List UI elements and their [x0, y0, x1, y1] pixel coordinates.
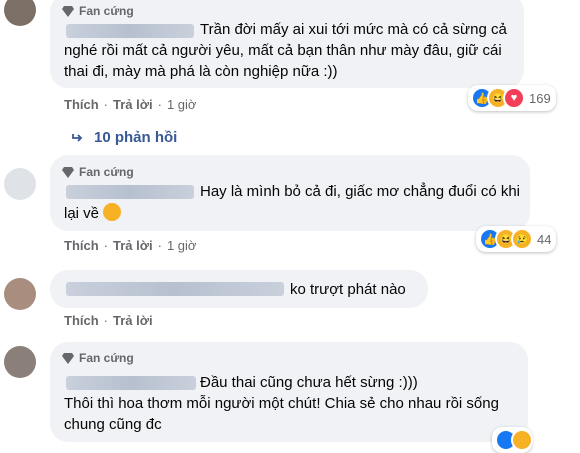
comment-text: chung cũng đc: [64, 416, 162, 433]
comment-time: 1 giờ: [166, 238, 197, 253]
reaction-summary[interactable]: [492, 427, 533, 453]
reaction-summary[interactable]: 👍 😆 😢 44: [476, 226, 557, 252]
comment-text-line: lại về: [64, 205, 100, 222]
fan-badge: Fan cứng: [62, 165, 134, 179]
sad-icon: 😢: [511, 228, 533, 250]
like-button[interactable]: Thích: [64, 238, 99, 253]
comment-text: Hay là mình bỏ cả đi, giấc mơ chẳng đuổi…: [200, 183, 521, 200]
comment-text: lại về: [64, 203, 122, 224]
reaction-count: 44: [537, 231, 552, 247]
avatar[interactable]: [4, 278, 36, 310]
diamond-icon: [62, 166, 74, 178]
haha-icon: [511, 429, 533, 451]
avatar[interactable]: [4, 0, 36, 26]
comment-text: Trần đời mấy ai xui tới mức mà có cả sừn…: [200, 21, 507, 38]
view-replies-button[interactable]: 10 phản hồi: [72, 129, 177, 146]
comment-time: 1 giờ: [166, 97, 197, 112]
like-button[interactable]: Thích: [64, 97, 99, 112]
reaction-summary[interactable]: 👍 😆 ♥ 169: [468, 85, 556, 111]
diamond-icon: [62, 352, 74, 364]
reply-button[interactable]: Trả lời: [113, 97, 153, 112]
diamond-icon: [62, 5, 74, 17]
comment-actions: Thích · Trả lời · 1 giờ: [64, 238, 197, 253]
commenter-name[interactable]: [66, 282, 284, 296]
comment-actions: Thích · Trả lời · 1 giờ: [64, 97, 197, 112]
avatar[interactable]: [4, 346, 36, 378]
commenter-name[interactable]: [66, 185, 194, 199]
fan-badge-label: Fan cứng: [79, 4, 134, 18]
comment-actions: Thích · Trả lời: [64, 313, 153, 328]
fan-badge: Fan cứng: [62, 4, 134, 18]
comment-text: Đầu thai cũng chưa hết sừng :))): [200, 374, 418, 391]
fan-badge-label: Fan cứng: [79, 351, 134, 365]
like-button[interactable]: Thích: [64, 313, 99, 328]
reply-button[interactable]: Trả lời: [113, 313, 153, 328]
reaction-count: 169: [529, 90, 551, 106]
reply-arrow-icon: [72, 133, 83, 142]
comment-text: thai đi, mày mà phá là còn nghiệp nữa :)…: [64, 63, 338, 80]
commenter-name[interactable]: [66, 24, 194, 38]
disappointed-face-icon: [103, 203, 122, 221]
comment-text: ko trượt phát nào: [290, 281, 406, 298]
replies-label: 10 phản hồi: [94, 129, 178, 146]
love-icon: ♥: [503, 87, 525, 109]
commenter-name[interactable]: [66, 376, 196, 390]
comment-text: nghé rồi mất cả người yêu, mất cả bạn th…: [64, 42, 502, 59]
fan-badge-label: Fan cứng: [79, 165, 134, 179]
avatar[interactable]: [4, 168, 36, 200]
comment-text: Thôi thì hoa thơm mỗi người một chút! Ch…: [64, 395, 499, 412]
reply-button[interactable]: Trả lời: [113, 238, 153, 253]
fan-badge: Fan cứng: [62, 351, 134, 365]
